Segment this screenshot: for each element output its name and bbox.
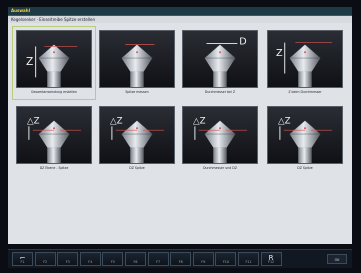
softkey-f3[interactable]: F3 [57, 252, 79, 266]
softkey-label: F7 [156, 260, 161, 264]
selection-tile[interactable]: △Z Durchmesser und DZ [179, 103, 261, 175]
delta-z-tip-icon: △Z [99, 106, 175, 164]
softkey-bar: ⌐ F1 F2 F3 F4 F5 F6 F7 F8 F9 F10 F11 R F12 OK [8, 249, 352, 268]
window-title: Auswahl [11, 8, 30, 13]
selection-tile[interactable]: Spitze messen [96, 27, 178, 99]
softkey-label: F9 [201, 260, 206, 264]
tile-caption: DZ Ebene - Spitze [39, 166, 69, 170]
tile-caption: Durchmesser bei Z [204, 90, 236, 94]
softkey-f7[interactable]: F7 [147, 252, 169, 266]
tile-caption: DZ Spitze [129, 166, 145, 170]
application-window: Auswahl Kegelsenker · Einseitreibe Spitz… [0, 0, 361, 273]
selection-tile[interactable]: Z Gesamtanwendung erstellen [12, 26, 96, 100]
softkey-f6[interactable]: F6 [125, 252, 146, 266]
softkey-f10[interactable]: F10 [215, 252, 237, 266]
svg-text:△Z: △Z [193, 116, 206, 126]
breadcrumb-text: Kegelsenker · Einseitreibe Spitze erstel… [11, 17, 95, 22]
delta-z-tip-icon: △Z [267, 106, 343, 164]
softkey-f1[interactable]: ⌐ F1 [12, 252, 33, 266]
svg-text:△Z: △Z [27, 116, 40, 126]
selection-tile[interactable]: Z Z beim Durchmesser [264, 27, 346, 99]
svg-text:△Z: △Z [110, 116, 123, 126]
tile-caption: Spitze messen [125, 90, 149, 94]
tile-caption: Gesamtanwendung erstellen [31, 90, 77, 94]
tile-caption: Durchmesser und DZ [203, 166, 237, 170]
softkey-f9[interactable]: F9 [192, 252, 214, 266]
delta-z-diameter-icon: △Z [182, 106, 258, 164]
softkey-label: F11 [245, 260, 252, 264]
countersink-z-diameter-icon: Z [267, 30, 343, 88]
softkey-f5[interactable]: F5 [102, 252, 124, 266]
tile-caption: Z beim Durchmesser [288, 90, 322, 94]
softkey-label: F3 [65, 260, 70, 264]
countersink-diameter-icon: D [182, 30, 258, 88]
ok-button[interactable]: OK [327, 254, 347, 264]
countersink-z-icon: Z [16, 30, 92, 88]
svg-text:Z: Z [26, 55, 33, 68]
tile-caption: DZ Spitze [297, 166, 313, 170]
softkey-label: F2 [43, 260, 48, 264]
selection-tile[interactable]: △Z DZ Spitze [96, 103, 178, 175]
softkey-label: F10 [222, 260, 229, 264]
softkey-label: F6 [133, 260, 138, 264]
title-bar: Auswahl [8, 7, 352, 16]
softkey-f11[interactable]: F11 [238, 252, 259, 266]
selection-tile[interactable]: △Z DZ Spitze [264, 103, 346, 175]
delta-z-plane-icon: △Z [16, 106, 92, 164]
svg-text:Z: Z [276, 48, 283, 59]
softkey-f8[interactable]: F8 [170, 252, 192, 266]
svg-text:△Z: △Z [278, 116, 291, 126]
softkey-f12[interactable]: R F12 [260, 252, 282, 266]
selection-tile[interactable]: D Durchmesser bei Z [179, 27, 261, 99]
softkey-label: F5 [110, 260, 115, 264]
softkey-label: F8 [178, 260, 183, 264]
svg-text:D: D [239, 37, 246, 48]
selection-grid: Z Gesamtanwendung erstellen Spitze messe… [8, 23, 352, 244]
selection-tile[interactable]: △Z DZ Ebene - Spitze [13, 103, 95, 175]
softkey-label: F1 [20, 260, 25, 264]
countersink-tip-icon [99, 30, 175, 88]
softkey-label: F4 [88, 260, 93, 264]
softkey-f4[interactable]: F4 [79, 252, 101, 266]
softkey-f2[interactable]: F2 [34, 252, 56, 266]
softkey-label: F12 [268, 260, 275, 264]
ok-label: OK [334, 258, 340, 262]
